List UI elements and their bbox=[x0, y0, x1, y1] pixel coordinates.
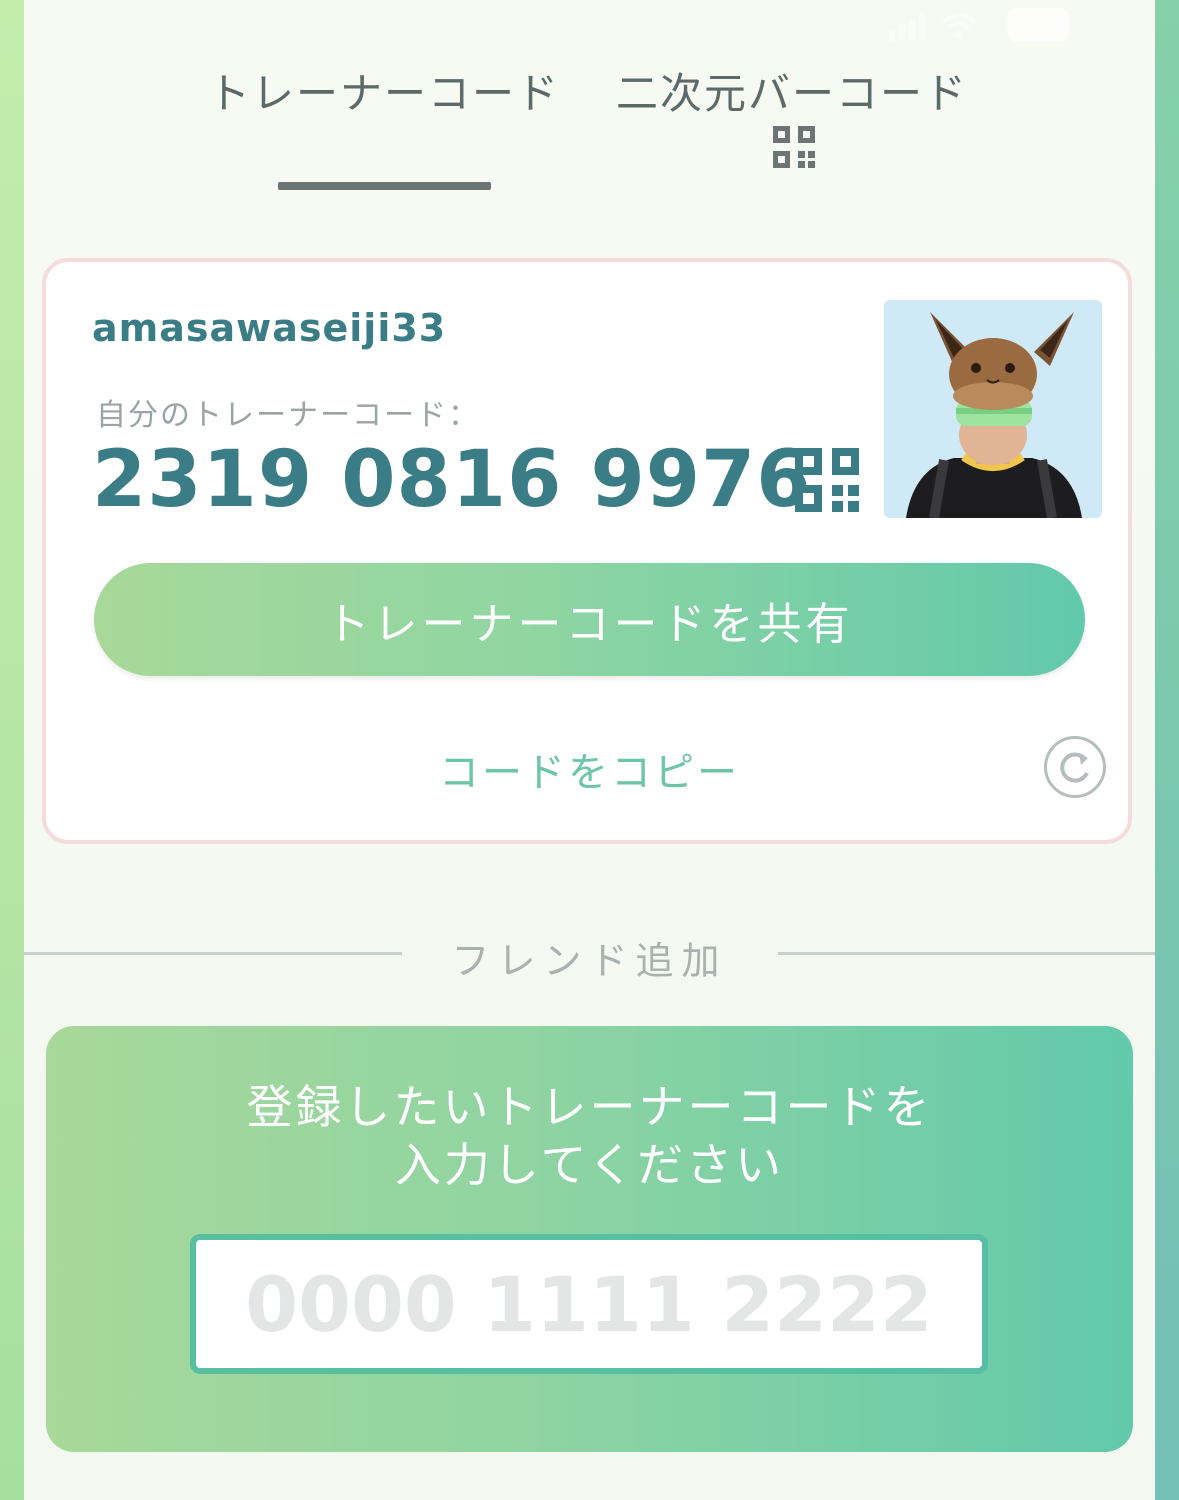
copy-code-button[interactable]: コードをコピー bbox=[0, 740, 1179, 798]
trainer-code-value: 2319 0816 9976 bbox=[92, 435, 812, 525]
add-friend-prompt: 登録したいトレーナーコードを 入力してください bbox=[0, 1078, 1179, 1194]
tab-trainer-code[interactable]: トレーナーコード bbox=[208, 60, 560, 121]
signal-icon bbox=[889, 13, 925, 41]
refresh-arrow-glyph bbox=[1060, 752, 1089, 783]
active-tab-indicator bbox=[278, 182, 491, 190]
qr-code-icon[interactable] bbox=[773, 126, 815, 168]
avatar-image bbox=[906, 312, 1082, 518]
trainer-code-label: 自分のトレーナーコード： bbox=[96, 398, 480, 433]
status-bar bbox=[889, 12, 979, 42]
prompt-line-2: 入力してください bbox=[394, 1138, 785, 1192]
tab-qr-code[interactable]: 二次元バーコード bbox=[616, 60, 968, 121]
trainer-username: amasawaseiji33 bbox=[92, 306, 447, 350]
friend-code-input[interactable] bbox=[190, 1234, 988, 1374]
battery-icon bbox=[1007, 8, 1069, 42]
trainer-avatar[interactable] bbox=[884, 300, 1102, 518]
qr-code-icon[interactable] bbox=[795, 448, 859, 512]
prompt-line-1: 登録したいトレーナーコードを bbox=[246, 1080, 933, 1134]
wifi-icon bbox=[941, 13, 977, 39]
refresh-icon[interactable] bbox=[1044, 736, 1106, 798]
add-friend-heading: フレンド追加 bbox=[451, 939, 728, 983]
share-trainer-code-button[interactable]: トレーナーコードを共有 bbox=[94, 563, 1085, 676]
